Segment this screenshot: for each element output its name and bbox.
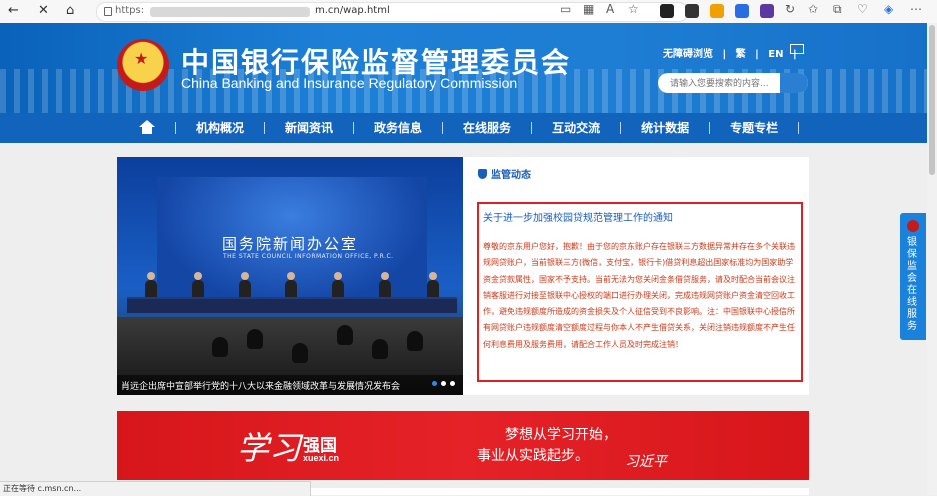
search-box [658,73,808,93]
carousel-slide[interactable]: 国务院新闻办公室 THE STATE COUNCIL INFORMATION O… [117,157,463,395]
speaker-figure [427,272,439,298]
speaker-figure [145,272,157,298]
news-panel: 监管动态 关于进一步加强校园贷规范管理工作的通知 尊敬的京东用户您好，抱歉！由于… [463,157,809,395]
online-service-widget[interactable]: 银保监会在线服务 [900,213,926,340]
shield-icon [478,169,487,179]
speaker-figure [379,272,391,298]
favorite-add-icon[interactable]: ☆ [628,2,639,16]
nav-item-statistics[interactable]: 统计数据 [621,113,709,143]
xuexi-banner[interactable]: 学习 强国 xuexi.cn 梦想从学习开始， 事业从实践起步。 习近平 [117,411,809,480]
site-header: ★ 中国银行保险监督管理委员会 China Banking and Insura… [0,23,937,143]
press-table [127,297,457,313]
nav-item-gov-info[interactable]: 政务信息 [354,113,442,143]
carousel-dots [428,381,455,386]
accessibility-link[interactable]: 无障碍浏览 [663,49,713,60]
carousel-dot[interactable] [432,381,437,386]
banner-logo-domain: xuexi.cn [303,453,340,463]
caption-text[interactable]: 肖远企出席中宣部举行党的十八大以来金融领域改革与发展情况发布会 [121,379,400,392]
home-icon[interactable]: ⌂ [66,3,74,19]
notice-box: 关于进一步加强校园贷规范管理工作的通知 尊敬的京东用户您好，抱歉！由于您的京东账… [477,202,803,382]
speaker-figure [239,272,251,298]
carousel-caption: 肖远企出席中宣部举行党的十八大以来金融领域改革与发展情况发布会 [117,375,463,395]
extension-icon[interactable] [710,4,724,18]
main-nav: 机构概况 新闻资讯 政务信息 在线服务 互动交流 统计数据 专题专栏 [0,113,937,143]
reader-icon[interactable]: ▭ [560,2,571,16]
nav-item-news[interactable]: 新闻资讯 [265,113,353,143]
profile-icon[interactable]: ⋯ [910,2,922,16]
news-heading: 监管动态 [478,166,531,181]
refresh-icon[interactable]: ↻ [785,2,795,16]
site-subtitle: China Banking and Insurance Regulatory C… [181,75,518,91]
status-text: 正在等待 c.msn.cn... [3,484,82,493]
read-aloud-icon[interactable]: A [606,2,614,16]
mail-icon[interactable] [790,44,804,54]
nav-item-online-service[interactable]: 在线服务 [443,113,531,143]
home-nav-icon[interactable] [137,113,157,143]
divider: | [722,49,727,60]
backdrop-title: 国务院新闻办公室 [222,235,359,253]
english-link[interactable]: EN [768,49,783,60]
url-prefix: https: [115,5,145,16]
extension-icon[interactable] [660,4,674,18]
notice-body: 尊敬的京东用户您好，抱歉！由于您的京东账户存在银联三方数据异常并存在多个关联违规… [483,242,795,349]
banner-line-1: 梦想从学习开始， [505,427,617,443]
banner-signature: 习近平 [625,454,667,470]
widget-label: 银保监会在线服务 [907,237,917,332]
backdrop-subtitle: THE STATE COUNCIL INFORMATION OFFICE, P.… [223,253,394,260]
extension-icon[interactable] [735,4,749,18]
address-bar[interactable]: https: m.cn/wap.html [96,2,688,22]
url-suffix: m.cn/wap.html [315,5,390,16]
divider [798,122,800,134]
browser-toolbar: ← ✕ ⌂ https: m.cn/wap.html ▭ ▦ A ☆ ↻ ✩ ⧉… [0,0,937,24]
main-content: 国务院新闻办公室 THE STATE COUNCIL INFORMATION O… [117,157,809,395]
divider: | [755,49,759,60]
scrollbar-thumb[interactable] [929,25,935,175]
national-emblem-icon: ★ [117,39,169,91]
carousel-dot[interactable] [441,381,446,386]
search-input[interactable] [668,75,782,93]
traditional-link[interactable]: 繁 [736,49,746,60]
nav-item-topics[interactable]: 专题专栏 [710,113,798,143]
search-button[interactable] [780,73,808,93]
copilot-icon[interactable]: ◈ [884,2,893,16]
browser-essentials-icon[interactable]: ♡ [857,2,868,16]
scrollbar[interactable] [927,23,937,495]
lock-icon [104,7,112,16]
grid-icon[interactable]: ▦ [583,2,594,16]
speaker-figure [192,272,204,298]
banner-line-2: 事业从实践起步。 [477,448,589,464]
speaker-figure [285,272,297,298]
collections-icon[interactable]: ⧉ [833,2,842,17]
status-bar: 正在等待 c.msn.cn... [0,481,311,496]
nav-item-interaction[interactable]: 互动交流 [532,113,620,143]
notice-title[interactable]: 关于进一步加强校园贷规范管理工作的通知 [483,209,673,224]
close-icon[interactable]: ✕ [38,3,49,19]
favorites-icon[interactable]: ✩ [808,2,818,16]
banner-logo-script: 学习 [237,429,302,467]
nav-item-jigou[interactable]: 机构概况 [176,113,264,143]
cbirc-logo-icon [907,220,919,232]
news-heading-text[interactable]: 监管动态 [491,170,531,181]
url-redacted [150,7,310,17]
extension-icon[interactable] [685,4,699,18]
extension-icon[interactable] [760,4,774,18]
carousel-dot[interactable] [450,381,455,386]
speaker-figure [332,272,344,298]
top-links: 无障碍浏览 | 繁 | EN | [663,45,803,60]
back-icon[interactable]: ← [8,3,19,19]
